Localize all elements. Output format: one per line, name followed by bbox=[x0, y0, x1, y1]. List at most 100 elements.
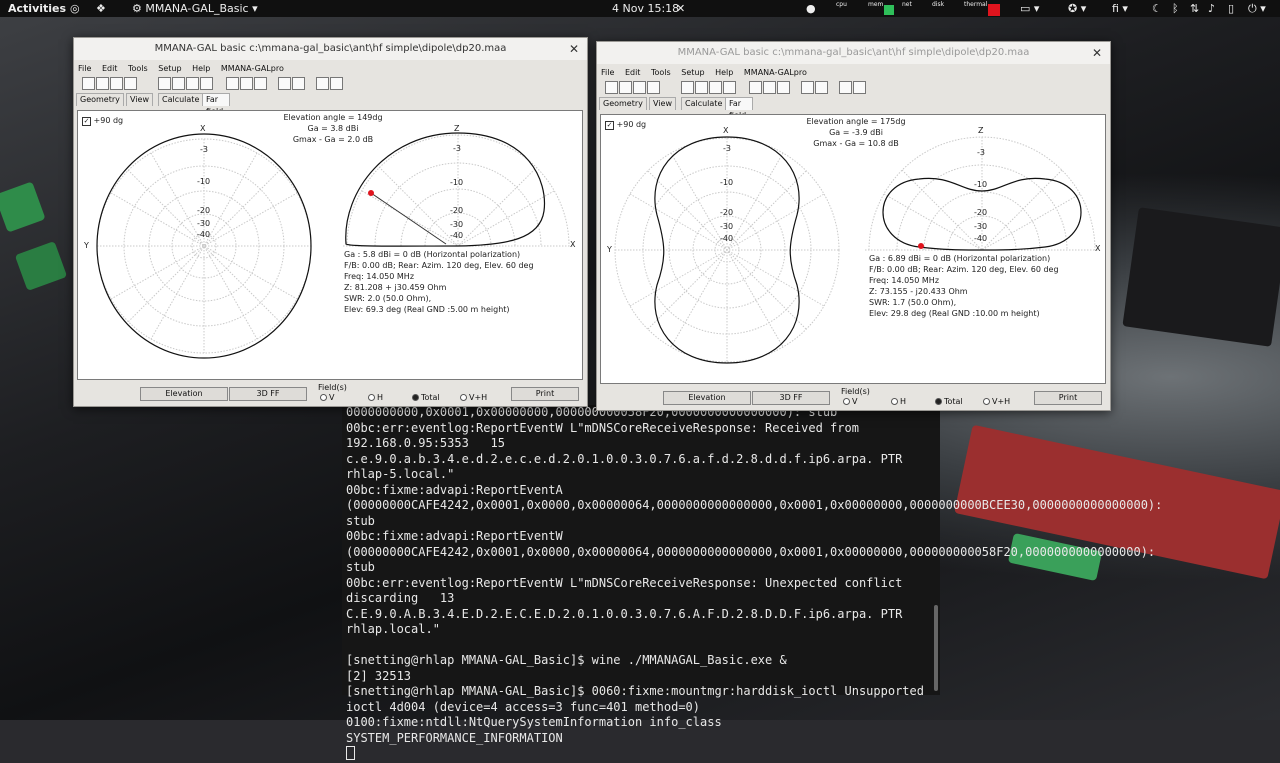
accessibility-icon[interactable]: ✪ ▾ bbox=[1068, 0, 1086, 17]
tab-view[interactable]: View bbox=[126, 93, 153, 106]
tab-geometry[interactable]: Geometry bbox=[599, 97, 647, 110]
grid-icon[interactable] bbox=[200, 77, 213, 90]
menu-help[interactable]: Help bbox=[715, 68, 733, 77]
window-title[interactable]: MMANA-GAL basic c:\mmana-gal_basic\ant\h… bbox=[74, 38, 587, 60]
power-menu-icon[interactable]: ⏻ ▾ bbox=[1248, 0, 1266, 17]
table-icon[interactable] bbox=[124, 77, 137, 90]
open-file-icon[interactable] bbox=[619, 81, 632, 94]
edit-tool-icon[interactable] bbox=[240, 77, 253, 90]
info-swr: SWR: 2.0 (50.0 Ohm), bbox=[344, 294, 432, 303]
menu-edit[interactable]: Edit bbox=[625, 68, 641, 77]
table-icon[interactable] bbox=[647, 81, 660, 94]
plot-area[interactable]: ✓ +90 dg Elevation angle = 149dg Ga = 3.… bbox=[77, 110, 583, 380]
triangle-icon[interactable] bbox=[777, 81, 790, 94]
network-icon[interactable]: ⇅ bbox=[1190, 0, 1199, 17]
list-icon[interactable] bbox=[330, 77, 343, 90]
copy-icon[interactable] bbox=[749, 81, 762, 94]
battery-icon[interactable]: ▯ bbox=[1228, 0, 1234, 17]
move-icon[interactable] bbox=[681, 81, 694, 94]
radio-v[interactable]: V bbox=[320, 393, 334, 402]
language-selector[interactable]: fi ▾ bbox=[1112, 0, 1128, 17]
keyboard-icon[interactable]: ▭ ▾ bbox=[1020, 0, 1039, 17]
rotate-icon[interactable] bbox=[695, 81, 708, 94]
terminal-output: 0000000000,0x0001,0x00000000,00000000005… bbox=[342, 405, 1162, 763]
field-label: Field(s) bbox=[841, 387, 870, 396]
scale-label: -30 bbox=[450, 220, 464, 229]
zoom-in-icon[interactable] bbox=[801, 81, 814, 94]
disk-monitor[interactable]: disk bbox=[932, 2, 960, 15]
activities-button[interactable]: Activities bbox=[8, 0, 66, 17]
thermal-monitor[interactable]: thermal bbox=[964, 2, 1004, 16]
edit-tool-icon[interactable] bbox=[763, 81, 776, 94]
open-file-icon[interactable] bbox=[96, 77, 109, 90]
tab-far-field-plots[interactable]: Far field plots bbox=[725, 97, 753, 132]
radio-h[interactable]: H bbox=[368, 393, 383, 402]
3d-ff-button[interactable]: 3D FF bbox=[229, 387, 307, 401]
net-monitor[interactable]: net bbox=[902, 2, 928, 15]
print-button[interactable]: Print bbox=[1034, 391, 1102, 405]
elevation-button[interactable]: Elevation bbox=[663, 391, 751, 405]
rotate-icon[interactable] bbox=[172, 77, 185, 90]
grid-icon[interactable] bbox=[723, 81, 736, 94]
cpu-monitor[interactable]: cpu bbox=[836, 2, 864, 15]
plot-area[interactable]: ✓ +90 dg Elevation angle = 175dg Ga = -3… bbox=[600, 114, 1106, 384]
menu-setup[interactable]: Setup bbox=[158, 64, 181, 73]
wire-tool-icon[interactable] bbox=[186, 77, 199, 90]
terminal-window[interactable]: 0000000000,0x0001,0x00000000,00000000005… bbox=[342, 405, 1162, 760]
close-icon[interactable]: ✕ bbox=[567, 38, 581, 60]
new-file-icon[interactable] bbox=[82, 77, 95, 90]
volume-icon[interactable]: ♪ bbox=[1208, 0, 1215, 17]
app-menu[interactable]: ⚙ MMANA-GAL_Basic ▾ bbox=[132, 0, 258, 17]
window-title[interactable]: MMANA-GAL basic c:\mmana-gal_basic\ant\h… bbox=[597, 42, 1110, 64]
menu-setup[interactable]: Setup bbox=[681, 68, 704, 77]
mmana-window-left[interactable]: MMANA-GAL basic c:\mmana-gal_basic\ant\h… bbox=[73, 37, 588, 407]
optimize-icon[interactable] bbox=[316, 77, 329, 90]
mem-monitor[interactable]: mem bbox=[868, 2, 896, 15]
mmana-window-right[interactable]: MMANA-GAL basic c:\mmana-gal_basic\ant\h… bbox=[596, 41, 1111, 411]
terminal-line: 00bc:err:eventlog:ReportEventW L"mDNSCor… bbox=[346, 420, 910, 482]
obs-icon[interactable]: ◎ bbox=[70, 0, 80, 17]
zoom-out-icon[interactable] bbox=[815, 81, 828, 94]
save-icon[interactable] bbox=[110, 77, 123, 90]
triangle-icon[interactable] bbox=[254, 77, 267, 90]
close-icon[interactable]: ✕ bbox=[1090, 42, 1104, 64]
menu-file[interactable]: File bbox=[601, 68, 614, 77]
tab-far-field-plots[interactable]: Far field plots bbox=[202, 93, 230, 128]
menu-edit[interactable]: Edit bbox=[102, 64, 118, 73]
save-icon[interactable] bbox=[633, 81, 646, 94]
radio-v-plus-h[interactable]: V+H bbox=[983, 397, 1010, 406]
print-button[interactable]: Print bbox=[511, 387, 579, 401]
optimize-icon[interactable] bbox=[839, 81, 852, 94]
elevation-button[interactable]: Elevation bbox=[140, 387, 228, 401]
radio-total[interactable]: Total bbox=[935, 397, 963, 406]
tab-geometry[interactable]: Geometry bbox=[76, 93, 124, 106]
menu-tools[interactable]: Tools bbox=[651, 68, 671, 77]
menu-file[interactable]: File bbox=[78, 64, 91, 73]
menu-mmana-galpro[interactable]: MMANA-GALpro bbox=[744, 68, 807, 77]
menu-tools[interactable]: Tools bbox=[128, 64, 148, 73]
menu-mmana-galpro[interactable]: MMANA-GALpro bbox=[221, 64, 284, 73]
new-file-icon[interactable] bbox=[605, 81, 618, 94]
radio-v[interactable]: V bbox=[843, 397, 857, 406]
bluetooth-icon[interactable]: ᛒ bbox=[1172, 0, 1179, 17]
radio-total[interactable]: Total bbox=[412, 393, 440, 402]
radio-h[interactable]: H bbox=[891, 397, 906, 406]
zoom-in-icon[interactable] bbox=[278, 77, 291, 90]
night-light-icon[interactable]: ☾ bbox=[1152, 0, 1162, 17]
radio-v-plus-h[interactable]: V+H bbox=[460, 393, 487, 402]
list-icon[interactable] bbox=[853, 81, 866, 94]
tab-calculate[interactable]: Calculate bbox=[158, 93, 204, 106]
zoom-out-icon[interactable] bbox=[292, 77, 305, 90]
terminal-scrollbar[interactable] bbox=[934, 605, 938, 691]
wire-tool-icon[interactable] bbox=[709, 81, 722, 94]
menu-help[interactable]: Help bbox=[192, 64, 210, 73]
dropbox-icon[interactable]: ❖ bbox=[96, 0, 106, 17]
tab-view[interactable]: View bbox=[649, 97, 676, 110]
move-icon[interactable] bbox=[158, 77, 171, 90]
scale-label: -20 bbox=[450, 206, 464, 215]
3d-ff-button[interactable]: 3D FF bbox=[752, 391, 830, 405]
clock[interactable]: 4 Nov 15:18 bbox=[612, 0, 679, 17]
copy-icon[interactable] bbox=[226, 77, 239, 90]
tab-calculate[interactable]: Calculate bbox=[681, 97, 727, 110]
tray-icon[interactable]: ● bbox=[806, 0, 816, 17]
